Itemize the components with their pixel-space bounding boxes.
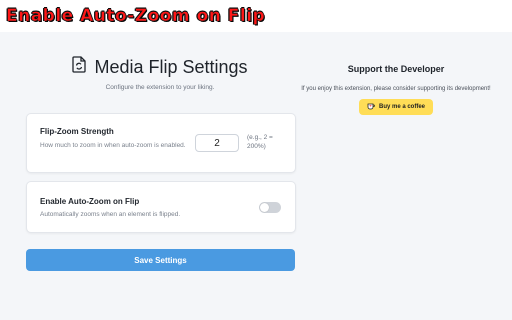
zoom-strength-hint: (e.g., 2 = 200%) xyxy=(247,134,273,150)
zoom-strength-card: Flip-Zoom Strength How much to zoom in w… xyxy=(26,113,296,173)
auto-zoom-toggle[interactable] xyxy=(259,202,281,213)
toggle-knob xyxy=(260,203,269,212)
promo-banner-text: Enable Auto-Zoom on Flip xyxy=(6,6,266,27)
zoom-strength-description: How much to zoom in when auto-zoom is en… xyxy=(40,142,186,149)
support-section: Support the Developer If you enjoy this … xyxy=(290,64,502,115)
support-text: If you enjoy this extension, please cons… xyxy=(301,86,491,92)
zoom-strength-title: Flip-Zoom Strength xyxy=(40,127,114,136)
auto-zoom-card: Enable Auto-Zoom on Flip Automatically z… xyxy=(26,181,296,233)
title-row: Media Flip Settings xyxy=(26,56,294,78)
auto-zoom-description: Automatically zooms when an element is f… xyxy=(40,211,181,218)
coffee-cup-icon xyxy=(367,102,375,112)
save-settings-button[interactable]: Save Settings xyxy=(26,249,295,271)
page-subtitle: Configure the extension to your liking. xyxy=(105,84,215,91)
auto-zoom-title: Enable Auto-Zoom on Flip xyxy=(40,197,140,206)
buy-me-a-coffee-button[interactable]: Buy me a coffee xyxy=(358,99,434,115)
settings-header: Media Flip Settings Configure the extens… xyxy=(26,56,294,91)
zoom-strength-input[interactable] xyxy=(195,134,239,152)
promo-banner: Enable Auto-Zoom on Flip xyxy=(0,0,512,32)
support-title: Support the Developer xyxy=(347,64,445,74)
page-title: Media Flip Settings xyxy=(94,56,248,77)
document-refresh-icon xyxy=(72,56,87,78)
coffee-button-label: Buy me a coffee xyxy=(378,104,426,110)
